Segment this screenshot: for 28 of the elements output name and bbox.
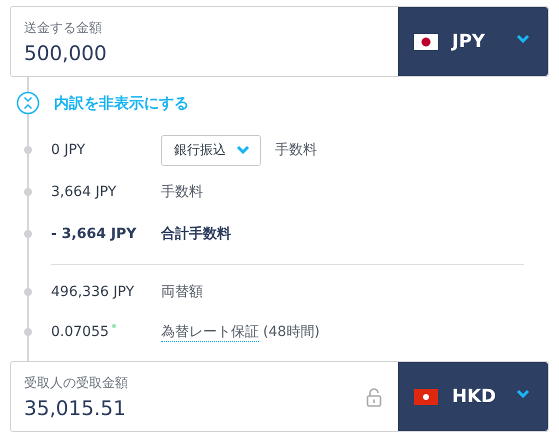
live-rate-icon	[112, 324, 116, 328]
exchange-rate: 0.07055	[51, 324, 109, 340]
rate-guarantee-link[interactable]: 為替レート保証	[161, 322, 259, 342]
payment-method-dropdown[interactable]: 銀行振込	[161, 134, 261, 166]
fee-label: 手数料	[161, 183, 203, 201]
field-label: 受取人の受取金額	[24, 374, 129, 392]
converted-amount: 496,336 JPY	[51, 284, 136, 300]
fee-label: 手数料	[275, 141, 317, 159]
field-label: 送金する金額	[24, 20, 103, 36]
collapse-icon[interactable]	[16, 91, 40, 115]
chevron-down-icon	[516, 34, 530, 44]
currency-dropdown[interactable]: JPY	[398, 7, 548, 76]
send-amount-field[interactable]: 送金する金額 500,000 JPY	[10, 6, 549, 77]
conversion-label: 両替額	[161, 283, 203, 301]
flag-icon	[414, 388, 438, 404]
fee-amount: - 3,664 JPY	[51, 226, 138, 242]
fee-amount: 3,664 JPY	[51, 184, 118, 200]
fee-label: 合計手数料	[161, 225, 231, 243]
flag-icon	[414, 34, 438, 50]
guarantee-duration: (48時間)	[263, 323, 320, 341]
chevron-down-icon	[236, 145, 250, 155]
receive-amount-field[interactable]: 受取人の受取金額 35,015.51 HKD	[10, 361, 549, 432]
currency-dropdown[interactable]: HKD	[398, 362, 548, 431]
chevron-down-icon	[516, 389, 530, 399]
amount-value: 35,015.51	[24, 396, 127, 420]
amount-value: 500,000	[24, 40, 108, 64]
unlocked-padlock-icon[interactable]	[366, 386, 382, 406]
fee-amount: 0 JPY	[51, 142, 86, 158]
